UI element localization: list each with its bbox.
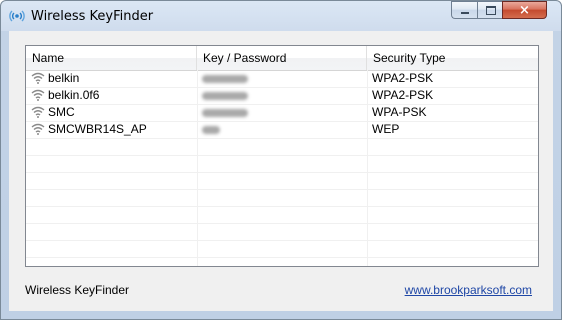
empty-row: [26, 138, 538, 156]
redacted-key: [202, 126, 220, 134]
security-type: WPA2-PSK: [372, 71, 434, 85]
table-row[interactable]: belkin WPA2-PSK: [26, 70, 538, 88]
security-type: WPA2-PSK: [372, 88, 434, 102]
network-name: belkin: [48, 71, 80, 85]
title-bar[interactable]: Wireless KeyFinder ×: [1, 1, 561, 31]
empty-row: [26, 155, 538, 173]
wireless-antenna-icon: [9, 10, 25, 22]
redacted-key: [202, 109, 248, 117]
window-title: Wireless KeyFinder: [31, 9, 154, 24]
security-type: WPA-PSK: [372, 105, 427, 119]
empty-row: [26, 172, 538, 190]
wifi-signal-icon: [31, 72, 45, 84]
key-redaction: [202, 104, 248, 121]
empty-row: [26, 189, 538, 207]
footer-label: Wireless KeyFinder: [25, 283, 130, 297]
key-redaction: [202, 70, 248, 87]
column-header-name[interactable]: Name: [26, 46, 197, 70]
security-type: WEP: [372, 122, 400, 136]
network-name: SMCWBR14S_AP: [48, 122, 147, 136]
close-icon: ×: [519, 3, 530, 18]
close-button[interactable]: ×: [502, 1, 547, 19]
column-header-security[interactable]: Security Type: [367, 46, 538, 70]
empty-row: [26, 223, 538, 241]
table-row[interactable]: SMC WPA-PSK: [26, 104, 538, 122]
networks-list[interactable]: Name Key / Password Security Type belkin…: [25, 45, 539, 267]
empty-row: [26, 206, 538, 224]
table-row[interactable]: SMCWBR14S_AP WEP: [26, 121, 538, 139]
empty-row: [26, 240, 538, 258]
redacted-key: [202, 92, 248, 100]
key-redaction: [202, 87, 248, 104]
key-redaction: [202, 121, 220, 138]
redacted-key: [202, 75, 248, 83]
minimize-button[interactable]: [451, 1, 477, 19]
maximize-button[interactable]: [477, 1, 502, 19]
wifi-signal-icon: [31, 89, 45, 101]
website-link[interactable]: www.brookparksoft.com: [405, 283, 532, 297]
list-header: Name Key / Password Security Type: [26, 46, 538, 71]
wifi-signal-icon: [31, 123, 45, 135]
column-header-key[interactable]: Key / Password: [197, 46, 367, 70]
client-area: Name Key / Password Security Type belkin…: [9, 31, 553, 311]
app-window: Wireless KeyFinder × Name Key / Password…: [0, 0, 562, 320]
network-name: SMC: [48, 105, 75, 119]
network-name: belkin.0f6: [48, 88, 100, 102]
table-row[interactable]: belkin.0f6 WPA2-PSK: [26, 87, 538, 105]
wifi-signal-icon: [31, 106, 45, 118]
